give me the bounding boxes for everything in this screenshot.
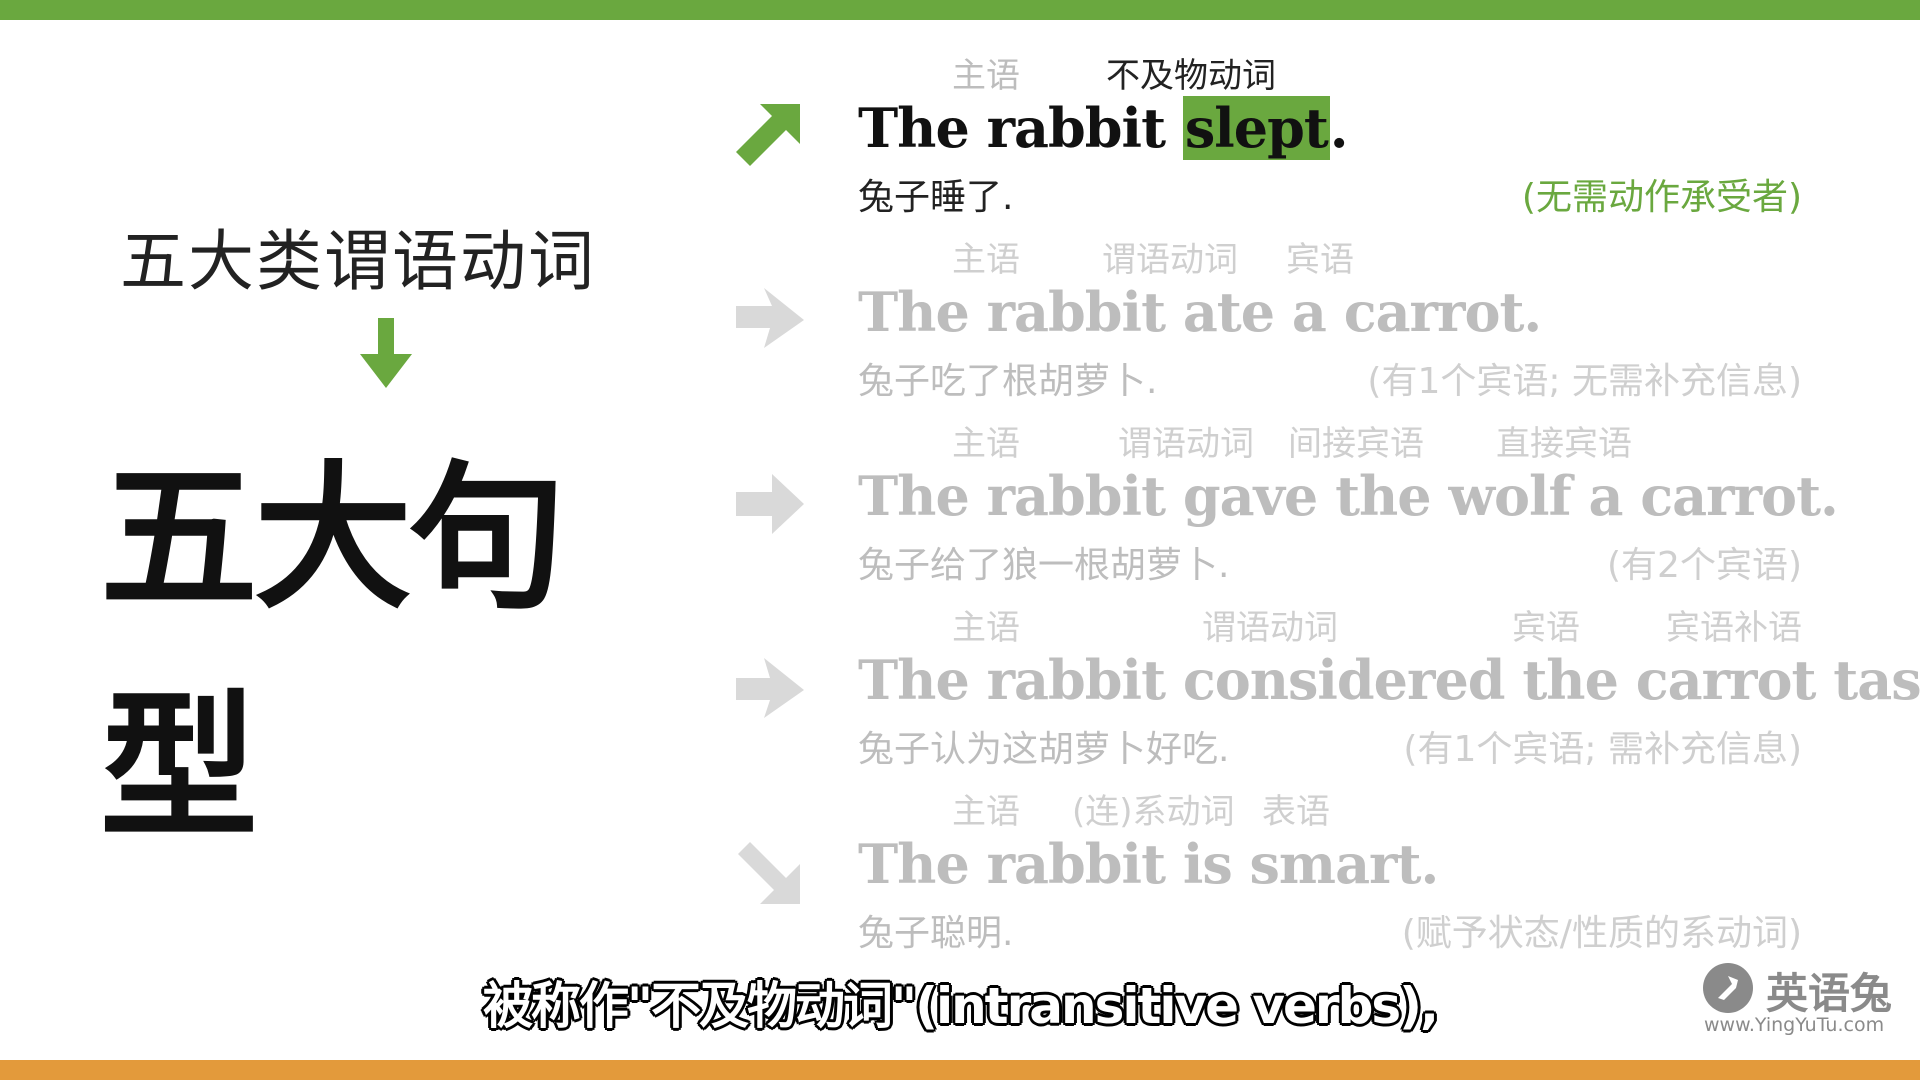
chinese-translation: 兔子睡了. (858, 177, 1014, 218)
top-accent-bar (0, 0, 1920, 20)
grammar-label: (连)系动词 (1072, 792, 1235, 832)
logo-url: www.YingYuTu.com (1704, 1014, 1885, 1036)
grammar-label: 谓语动词 (1202, 608, 1338, 648)
sentence-text: The rabbit (858, 96, 1183, 160)
english-sentence: The rabbit considered the carrot tasty. (858, 648, 1920, 712)
down-right-arrow-icon (738, 842, 800, 904)
grammar-label: 宾语补语 (1666, 608, 1802, 648)
english-sentence: The rabbit ate a carrot. (858, 280, 1542, 344)
video-caption: 被称作"不及物动词"(intransitive verbs), (483, 977, 1439, 1035)
sentence-note: (有1个宾语; 无需补充信息) (1367, 361, 1802, 402)
english-sentence: The rabbit gave the wolf a carrot. (858, 464, 1839, 528)
right-arrow-icon (736, 288, 804, 348)
sentence-row-4: 主语 谓语动词 宾语 宾语补语 The rabbit considered th… (0, 600, 1920, 785)
up-right-arrow-icon (736, 104, 800, 166)
english-sentence: The rabbit slept. (858, 96, 1349, 160)
grammar-labels: 主语 谓语动词 宾语 (0, 232, 1920, 280)
grammar-label: 表语 (1262, 792, 1330, 832)
right-arrow-icon (736, 658, 804, 718)
sentence-row-5: 主语 (连)系动词 表语 The rabbit is smart. 兔子聪明. … (0, 784, 1920, 969)
grammar-label: 直接宾语 (1496, 424, 1632, 464)
grammar-label: 宾语 (1512, 608, 1580, 648)
grammar-label: 宾语 (1286, 240, 1354, 280)
grammar-labels: 主语 谓语动词 间接宾语 直接宾语 (0, 416, 1920, 464)
chinese-translation: 兔子吃了根胡萝卜. (858, 361, 1158, 402)
brand-logo: 英语兔 www.YingYuTu.com (1702, 960, 1902, 1040)
grammar-labels: 主语 不及物动词 (0, 48, 1920, 96)
grammar-label: 主语 (952, 424, 1020, 464)
grammar-label: 谓语动词 (1118, 424, 1254, 464)
chinese-translation: 兔子给了狼一根胡萝卜. (858, 545, 1230, 586)
english-sentence: The rabbit is smart. (858, 832, 1439, 896)
grammar-label: 主语 (952, 56, 1020, 96)
sentence-row-1: 主语 不及物动词 The rabbit slept. 兔子睡了. (无需动作承受… (0, 48, 1920, 233)
chinese-translation: 兔子认为这胡萝卜好吃. (858, 729, 1230, 770)
grammar-label: 间接宾语 (1288, 424, 1424, 464)
right-arrow-icon (736, 474, 804, 534)
chinese-translation: 兔子聪明. (858, 913, 1014, 954)
grammar-labels: 主语 谓语动词 宾语 宾语补语 (0, 600, 1920, 648)
grammar-label: 主语 (952, 240, 1020, 280)
grammar-labels: 主语 (连)系动词 表语 (0, 784, 1920, 832)
grammar-label: 谓语动词 (1102, 240, 1238, 280)
grammar-label: 主语 (952, 792, 1020, 832)
bottom-accent-bar (0, 1060, 1920, 1080)
sentence-period: . (1329, 96, 1349, 160)
highlighted-verb: slept (1182, 96, 1330, 160)
sentence-row-3: 主语 谓语动词 间接宾语 直接宾语 The rabbit gave the wo… (0, 416, 1920, 601)
sentence-note: (无需动作承受者) (1521, 177, 1802, 218)
logo-text: 英语兔 (1766, 969, 1893, 1018)
rabbit-logo-icon (1703, 963, 1753, 1013)
grammar-label: 主语 (952, 608, 1020, 648)
sentence-note: (赋予状态/性质的系动词) (1401, 913, 1802, 954)
sentence-row-2: 主语 谓语动词 宾语 The rabbit ate a carrot. 兔子吃了… (0, 232, 1920, 417)
sentence-note: (有1个宾语; 需补充信息) (1403, 729, 1802, 770)
grammar-label: 不及物动词 (1106, 56, 1276, 96)
sentence-note: (有2个宾语) (1607, 545, 1802, 586)
